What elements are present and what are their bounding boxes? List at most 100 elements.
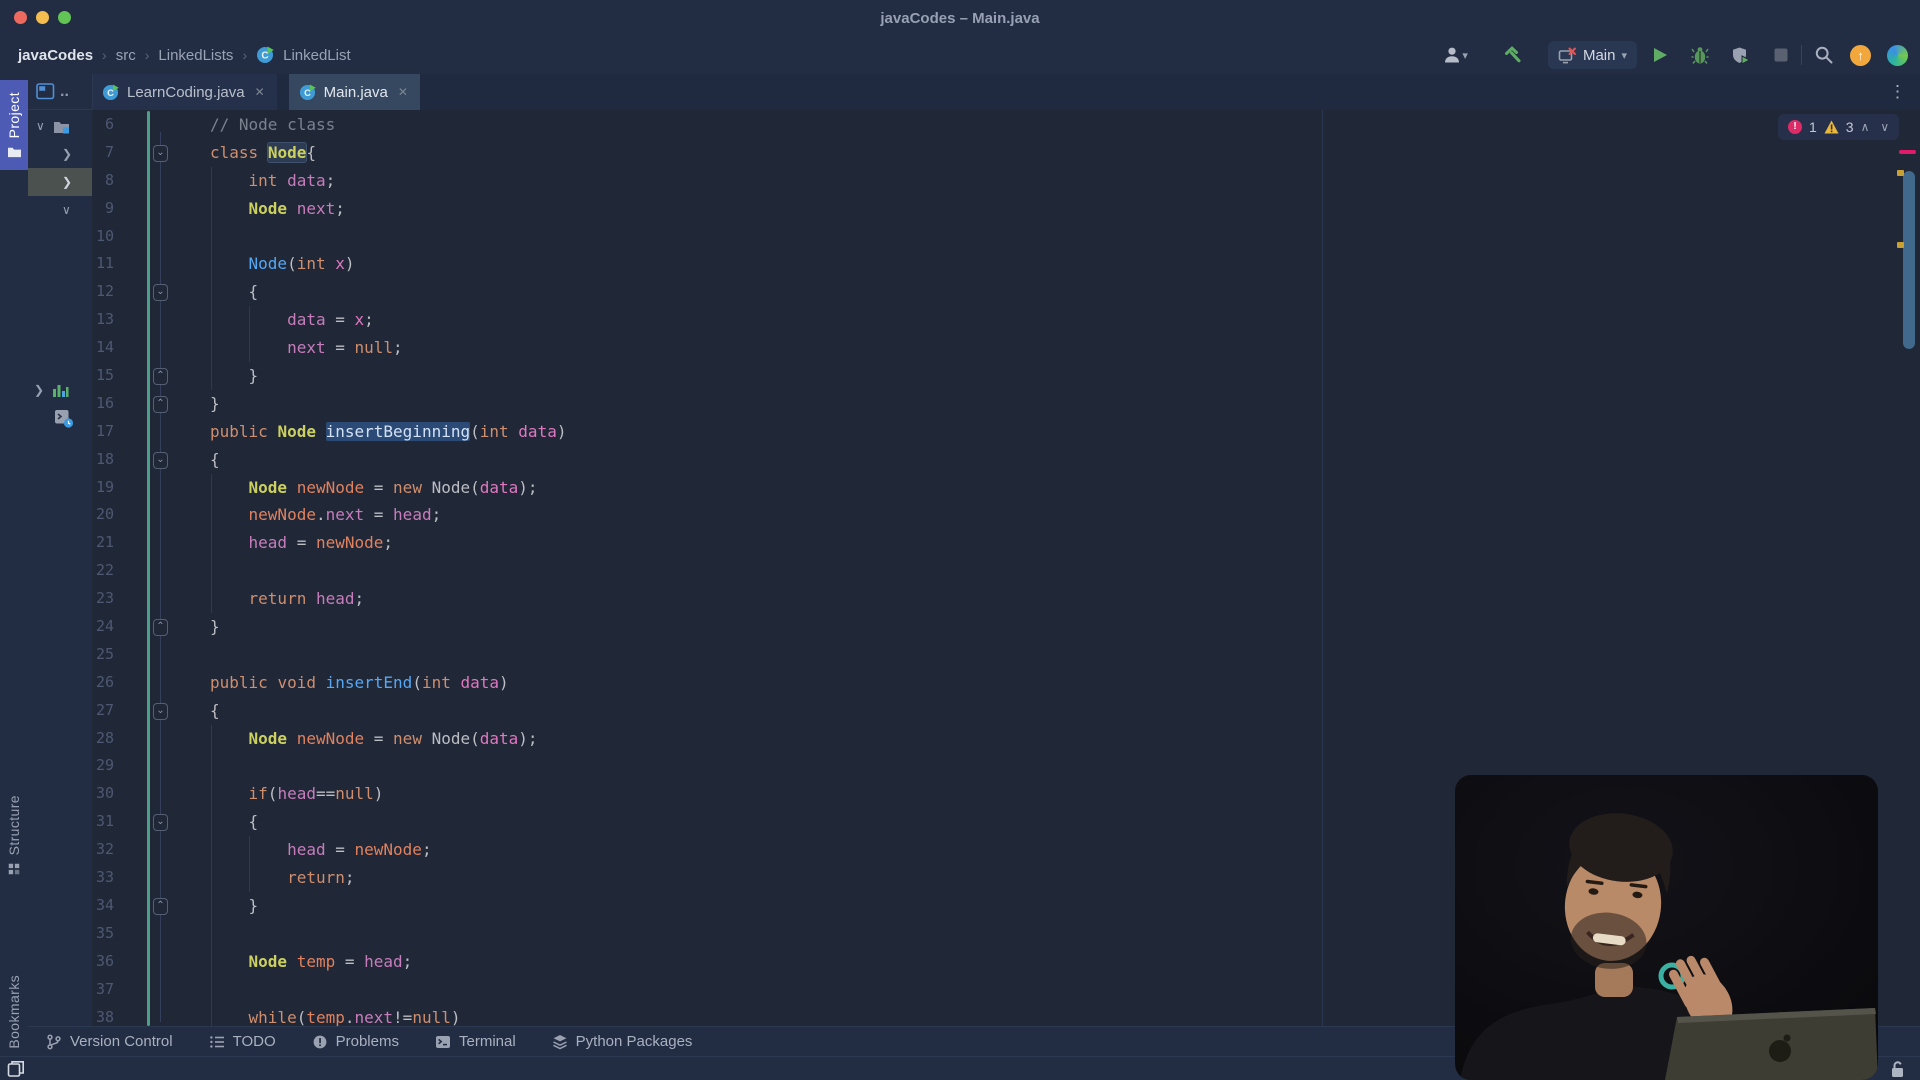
- run-button[interactable]: [1651, 41, 1669, 69]
- fold-end-icon[interactable]: ⌃: [153, 368, 168, 385]
- inspection-widget[interactable]: ! 1 3 ∧ ∨: [1778, 114, 1899, 140]
- user-icon: [1442, 45, 1462, 65]
- line-number: 24: [92, 613, 114, 641]
- code-line-text: newNode.next = head;: [210, 501, 441, 529]
- scrollbar-thumb[interactable]: [1903, 171, 1915, 349]
- user-menu-button[interactable]: ▾: [1442, 41, 1468, 69]
- plugin-sphere-button[interactable]: [1887, 41, 1908, 69]
- tool-window-label: Python Packages: [576, 1033, 693, 1050]
- tool-window-version-control[interactable]: Version Control: [46, 1033, 173, 1050]
- chevron-right-icon: ❯: [62, 175, 72, 189]
- warning-stripe-mark[interactable]: [1897, 170, 1904, 176]
- tool-window-todo[interactable]: TODO: [209, 1033, 276, 1050]
- code-row[interactable]: 15⌃ }: [92, 362, 1920, 390]
- line-number: 21: [92, 529, 114, 557]
- tree-row-libraries[interactable]: ❯: [28, 376, 92, 404]
- error-stripe-mark[interactable]: [1899, 150, 1916, 154]
- fold-end-icon[interactable]: ⌃: [153, 619, 168, 636]
- kebab-menu-button[interactable]: ⋮: [1889, 74, 1906, 110]
- chevron-right-icon: ❯: [34, 383, 44, 397]
- code-row[interactable]: 10: [92, 223, 1920, 251]
- code-row[interactable]: 9 Node next;: [92, 195, 1920, 223]
- update-available-button[interactable]: ↑: [1850, 41, 1871, 69]
- line-number: 10: [92, 223, 114, 251]
- fold-collapse-icon[interactable]: ⌄: [153, 284, 168, 301]
- tree-row-collapsed[interactable]: ❯: [28, 140, 92, 168]
- fold-collapse-icon[interactable]: ⌄: [153, 145, 168, 162]
- project-tab-label: Project: [6, 92, 22, 138]
- structure-icon: [7, 862, 21, 876]
- project-view-icon: [36, 83, 55, 100]
- project-panel-header[interactable]: ..: [28, 74, 92, 110]
- tab-learncoding-java[interactable]: C LearnCoding.java ✕: [92, 74, 277, 110]
- tree-row-selected[interactable]: ❯: [28, 168, 92, 196]
- line-number: 6: [92, 111, 114, 139]
- code-row[interactable]: 27⌄{: [92, 697, 1920, 725]
- build-project-button[interactable]: [1502, 41, 1522, 69]
- code-row[interactable]: 19 Node newNode = new Node(data);: [92, 474, 1920, 502]
- code-line-text: class Node{: [210, 139, 316, 167]
- breadcrumb-linkedlists[interactable]: LinkedLists: [158, 47, 233, 64]
- code-row[interactable]: 7⌄class Node{: [92, 139, 1920, 167]
- apple-logo: [1769, 1040, 1791, 1062]
- breadcrumb-linkedlist-class[interactable]: LinkedList: [283, 47, 351, 64]
- tool-window-label: TODO: [233, 1033, 276, 1050]
- code-row[interactable]: 25: [92, 641, 1920, 669]
- code-line-text: if(head==null): [210, 780, 383, 808]
- breadcrumb-project[interactable]: javaCodes: [18, 47, 93, 64]
- previous-problem-button[interactable]: ∧: [1861, 120, 1870, 134]
- code-row[interactable]: 18⌄{: [92, 446, 1920, 474]
- tool-window-python-packages[interactable]: Python Packages: [552, 1033, 693, 1050]
- fold-collapse-icon[interactable]: ⌄: [153, 814, 168, 831]
- line-number: 19: [92, 474, 114, 502]
- code-row[interactable]: 28 Node newNode = new Node(data);: [92, 725, 1920, 753]
- close-icon[interactable]: ✕: [255, 85, 265, 99]
- warning-stripe-mark[interactable]: [1897, 242, 1904, 248]
- code-row[interactable]: 13 data = x;: [92, 306, 1920, 334]
- run-with-coverage-button[interactable]: [1731, 41, 1751, 69]
- code-row[interactable]: 12⌄ {: [92, 278, 1920, 306]
- debug-button[interactable]: [1691, 41, 1709, 69]
- code-row[interactable]: 14 next = null;: [92, 334, 1920, 362]
- code-row[interactable]: 21 head = newNode;: [92, 529, 1920, 557]
- warning-icon: [1824, 120, 1839, 134]
- tool-window-terminal[interactable]: Terminal: [435, 1033, 516, 1050]
- console-clock-icon: [54, 409, 74, 428]
- line-number: 38: [92, 1004, 114, 1027]
- fold-end-icon[interactable]: ⌃: [153, 396, 168, 413]
- code-row[interactable]: 11 Node(int x): [92, 250, 1920, 278]
- close-icon[interactable]: ✕: [398, 85, 408, 99]
- tree-row-expanded[interactable]: ∨: [28, 196, 92, 224]
- line-number: 33: [92, 864, 114, 892]
- run-configuration-select[interactable]: Main ▾: [1548, 41, 1637, 69]
- presenter-video: [1455, 775, 1878, 1080]
- next-problem-button[interactable]: ∨: [1880, 120, 1889, 134]
- tab-main-java[interactable]: C Main.java ✕: [289, 74, 420, 110]
- code-row[interactable]: 16⌃}: [92, 390, 1920, 418]
- fold-collapse-icon[interactable]: ⌄: [153, 452, 168, 469]
- unlock-icon[interactable]: [1886, 1060, 1906, 1078]
- tool-window-problems[interactable]: Problems: [312, 1033, 399, 1050]
- code-row[interactable]: 6// Node class: [92, 111, 1920, 139]
- project-panel: .. ∨ ❯ ❯ ∨ ❯: [28, 74, 93, 1026]
- code-line-text: return;: [210, 864, 355, 892]
- code-row[interactable]: 20 newNode.next = head;: [92, 501, 1920, 529]
- code-row[interactable]: 8 int data;: [92, 167, 1920, 195]
- layout-windows-icon[interactable]: [7, 1060, 25, 1078]
- code-row[interactable]: 22: [92, 557, 1920, 585]
- update-arrow-icon: ↑: [1850, 45, 1871, 66]
- code-row[interactable]: 17public Node insertBeginning(int data): [92, 418, 1920, 446]
- code-row[interactable]: 24⌃}: [92, 613, 1920, 641]
- stop-button[interactable]: [1773, 41, 1789, 69]
- fold-end-icon[interactable]: ⌃: [153, 898, 168, 915]
- code-row[interactable]: 26public void insertEnd(int data): [92, 669, 1920, 697]
- breadcrumb-src[interactable]: src: [116, 47, 136, 64]
- search-everywhere-button[interactable]: [1814, 41, 1834, 69]
- sidebar-item-structure[interactable]: Structure: [0, 795, 28, 876]
- tree-row-scratches[interactable]: [28, 404, 92, 432]
- code-row[interactable]: 23 return head;: [92, 585, 1920, 613]
- fold-collapse-icon[interactable]: ⌄: [153, 703, 168, 720]
- tree-row-project-root[interactable]: ∨: [28, 112, 92, 140]
- sidebar-item-project[interactable]: Project: [0, 80, 28, 170]
- chevron-down-icon: ▾: [1462, 49, 1468, 62]
